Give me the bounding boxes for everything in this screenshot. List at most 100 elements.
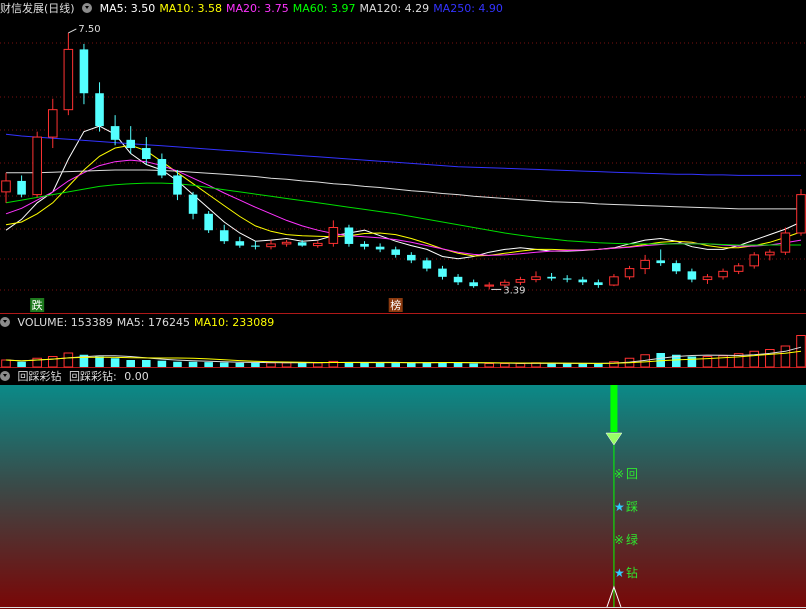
candle[interactable]: [312, 241, 323, 248]
candle[interactable]: [702, 274, 713, 284]
candle[interactable]: [47, 98, 58, 149]
volume-bar: [297, 362, 307, 367]
candle[interactable]: [484, 282, 495, 290]
candle[interactable]: [453, 274, 463, 286]
volume-bar: [235, 362, 245, 367]
candle[interactable]: [640, 254, 650, 275]
candle[interactable]: [251, 241, 260, 250]
candle[interactable]: [515, 276, 526, 286]
candle[interactable]: [672, 260, 681, 275]
svg-text:榜: 榜: [390, 298, 401, 312]
candle[interactable]: [422, 257, 432, 272]
volume-bar: [204, 362, 213, 367]
candle[interactable]: [219, 224, 229, 244]
candle[interactable]: [733, 263, 744, 275]
candle[interactable]: [79, 43, 89, 105]
candle[interactable]: [578, 276, 588, 286]
volume-bar: [749, 350, 760, 368]
candle[interactable]: [594, 279, 603, 288]
candle[interactable]: [63, 32, 74, 116]
candle[interactable]: [328, 220, 339, 247]
svg-text:回: 回: [626, 467, 638, 481]
candle[interactable]: [391, 246, 400, 258]
candle[interactable]: [360, 241, 369, 250]
volume-bar: [500, 363, 510, 368]
price-chart[interactable]: 7.503.39跌榜涨: [0, 0, 806, 314]
candle[interactable]: [95, 82, 104, 132]
candle[interactable]: [469, 279, 478, 288]
candle[interactable]: [407, 252, 416, 264]
signal-panel-header: 回踩彩钻 回踩彩钻: 0.00: [0, 368, 153, 385]
candle[interactable]: [562, 275, 572, 283]
volume-bar: [765, 349, 775, 368]
volume-ma10-line: [5, 350, 802, 364]
signal-panel-menu-icon[interactable]: [0, 371, 10, 381]
candle[interactable]: [344, 224, 354, 247]
volume-bar: [578, 363, 588, 367]
svg-text:钻: 钻: [626, 565, 638, 580]
volume-bar: [780, 345, 791, 368]
volume-bar: [47, 356, 58, 368]
candle[interactable]: [157, 153, 167, 179]
svg-text:踩: 踩: [626, 500, 638, 514]
volume-bar: [656, 353, 665, 367]
high-marker-arrow: [68, 28, 77, 34]
candle[interactable]: [281, 240, 292, 247]
candle[interactable]: [438, 265, 447, 280]
candle[interactable]: [687, 268, 697, 283]
signal-background: [0, 385, 806, 609]
candle[interactable]: [17, 175, 26, 198]
signal-chart[interactable]: ※ 回★ 踩※ 绿★ 钻: [0, 385, 806, 609]
signal-glyph: ★ 踩: [614, 500, 638, 514]
signal-name: 回踩彩钻: [17, 370, 62, 383]
volume-bar: [95, 356, 104, 367]
candle[interactable]: [235, 236, 245, 248]
volume-bar: [1, 359, 11, 368]
ma-line-ma250: [5, 133, 801, 176]
ma-line-ma60: [5, 182, 801, 246]
volume-bar: [375, 362, 385, 367]
volume-bar: [594, 363, 603, 367]
volume-bar: [687, 356, 697, 367]
volume-bar: [219, 362, 229, 367]
candle[interactable]: [188, 191, 198, 220]
volume-bar: [142, 360, 151, 367]
candle[interactable]: [780, 227, 791, 255]
signal-label: 回踩彩钻:: [69, 370, 117, 383]
volume-bar: [266, 362, 276, 368]
volume-bar: [453, 362, 463, 367]
ma-line-ma120: [6, 169, 801, 210]
candle[interactable]: [32, 131, 42, 198]
candle[interactable]: [142, 137, 151, 165]
volume-bar: [63, 352, 74, 368]
volume-bar: [469, 363, 478, 367]
volume-bar: [188, 361, 198, 367]
ma-line-ma10: [5, 144, 802, 257]
candle[interactable]: [656, 249, 665, 266]
volume-chart[interactable]: [0, 314, 806, 368]
candle[interactable]: [1, 172, 11, 203]
candle[interactable]: [547, 272, 556, 281]
candle[interactable]: [718, 268, 728, 280]
volume-bar: [173, 361, 182, 367]
candle[interactable]: [749, 252, 760, 269]
signal-value: 0.00: [124, 370, 149, 383]
candle[interactable]: [266, 240, 276, 250]
candle[interactable]: [624, 265, 635, 280]
svg-text:★: ★: [614, 500, 625, 514]
event-badge[interactable]: 榜: [388, 298, 403, 312]
candle[interactable]: [531, 271, 541, 283]
signal-glyph: ※ 绿: [614, 532, 638, 547]
candle[interactable]: [796, 189, 806, 236]
event-badge[interactable]: 跌: [30, 298, 45, 312]
volume-bar: [17, 361, 26, 367]
candle[interactable]: [204, 211, 213, 233]
signal-bar: [610, 385, 618, 432]
candle[interactable]: [375, 243, 385, 253]
candle[interactable]: [609, 274, 619, 287]
high-marker-label: 7.50: [78, 24, 100, 35]
volume-bar: [547, 363, 556, 367]
signal-glyph: ★ 钻: [614, 565, 638, 580]
svg-text:※: ※: [614, 467, 624, 481]
candle[interactable]: [110, 115, 120, 146]
